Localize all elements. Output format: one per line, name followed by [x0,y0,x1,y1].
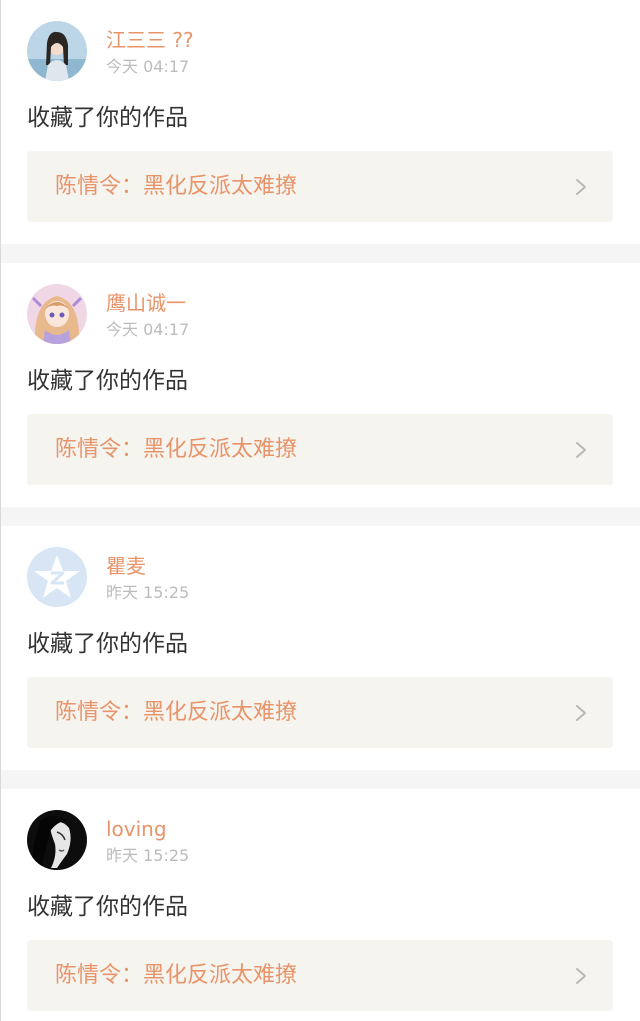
chevron-right-icon [575,967,587,985]
anime-girl-avatar-icon [27,284,87,344]
work-link[interactable]: 陈情令：黑化反派太难撩 [27,940,613,1011]
timestamp: 今天 04:17 [106,57,190,76]
action-text: 收藏了你的作品 [27,894,188,920]
username[interactable]: 瞿麦 [106,554,146,578]
notification-card: 鹰山诚一 今天 04:17 收藏了你的作品 陈情令：黑化反派太难撩 [0,263,640,507]
work-title: 陈情令：黑化反派太难撩 [55,700,298,725]
work-link[interactable]: 陈情令：黑化反派太难撩 [27,677,613,748]
username[interactable]: 鹰山诚一 [106,291,186,315]
chevron-right-icon [575,441,587,459]
chevron-right-icon [575,704,587,722]
notification-card: loving 昨天 15:25 收藏了你的作品 陈情令：黑化反派太难撩 [0,789,640,1021]
user-avatar[interactable] [27,810,87,870]
username[interactable]: 江三三 ?? [106,28,194,52]
action-text: 收藏了你的作品 [27,368,188,394]
screen-edge-divider [0,0,1,1021]
timestamp: 昨天 15:25 [106,583,190,602]
section-divider [0,507,640,526]
section-divider [0,244,640,263]
username[interactable]: loving [106,817,167,841]
action-text: 收藏了你的作品 [27,105,188,131]
default-star-avatar-icon [27,547,87,607]
work-title: 陈情令：黑化反派太难撩 [55,437,298,462]
dark-portrait-avatar-icon [27,810,87,870]
user-avatar[interactable] [27,547,87,607]
timestamp: 今天 04:17 [106,320,190,339]
timestamp: 昨天 15:25 [106,846,190,865]
work-link[interactable]: 陈情令：黑化反派太难撩 [27,414,613,485]
work-link[interactable]: 陈情令：黑化反派太难撩 [27,151,613,222]
work-title: 陈情令：黑化反派太难撩 [55,963,298,988]
notification-feed: 江三三 ?? 今天 04:17 收藏了你的作品 陈情令：黑化反派太难撩 鹰山诚一… [0,0,640,1021]
chevron-right-icon [575,178,587,196]
section-divider [0,770,640,789]
user-avatar[interactable] [27,284,87,344]
girl-portrait-avatar-icon [27,21,87,81]
user-avatar[interactable] [27,21,87,81]
work-title: 陈情令：黑化反派太难撩 [55,174,298,199]
action-text: 收藏了你的作品 [27,631,188,657]
notification-card: 瞿麦 昨天 15:25 收藏了你的作品 陈情令：黑化反派太难撩 [0,526,640,770]
notification-card: 江三三 ?? 今天 04:17 收藏了你的作品 陈情令：黑化反派太难撩 [0,0,640,244]
